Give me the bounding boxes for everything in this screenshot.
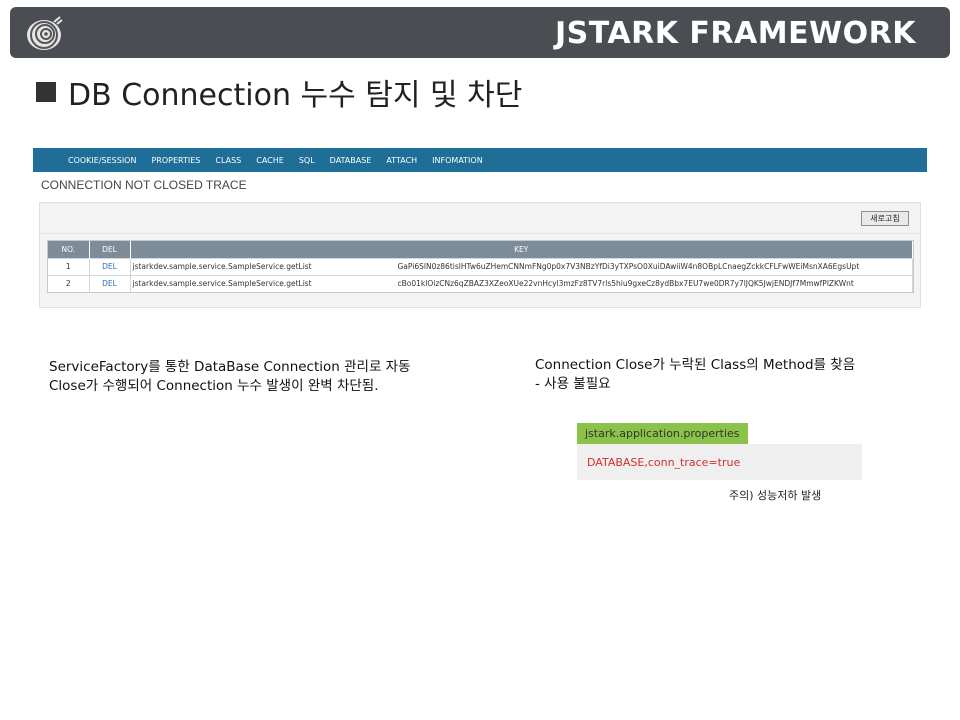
row-key-cell: jstarkdev.sample.service.SampleService.g… [130,257,913,275]
delete-link[interactable]: DEL [89,274,131,292]
divider [40,233,920,234]
delete-link[interactable]: DEL [89,257,131,275]
row-key-cell: jstarkdev.sample.service.SampleService.g… [130,274,913,292]
col-header-key: KEY [130,241,913,258]
row-key: cBo01klOizCNz6qZBAZ3XZeoXUe22vnHcyl3mzFz… [397,279,854,289]
snail-logo-icon [27,16,63,50]
col-header-del: DEL [89,241,131,258]
nav-sql[interactable]: SQL [299,156,315,165]
performance-note: 주의) 성능저하 발생 [729,489,822,502]
row-key: GaPi6SlN0z86tislHTw6uZHemCNNmFNg0p0x7V3N… [397,262,860,271]
description-right: Connection Close가 누락된 Class의 Method를 찾음 … [535,356,915,394]
page-title: DB Connection 누수 탐지 및 차단 [36,70,522,114]
row-class: jstarkdev.sample.service.SampleService.g… [132,279,312,289]
description-left-line1: ServiceFactory를 통한 DataBase Connection 관… [49,359,411,375]
properties-file-label: jstark.application.properties [577,423,748,444]
table-row: 2 DEL jstarkdev.sample.service.SampleSer… [48,274,913,292]
nav-database[interactable]: DATABASE [330,156,372,165]
top-nav: COOKIE/SESSION PROPERTIES CLASS CACHE SQ… [33,148,927,172]
nav-infomation[interactable]: INFOMATION [432,156,483,165]
properties-value: DATABASE,conn_trace=true [587,456,741,469]
trace-title: CONNECTION NOT CLOSED TRACE [41,178,247,192]
header-bar: JSTARK FRAMEWORK [10,7,950,58]
nav-cookie-session[interactable]: COOKIE/SESSION [68,156,136,165]
row-no: 2 [48,274,90,292]
description-right-line2: - 사용 불필요 [535,376,611,392]
row-class: jstarkdev.sample.service.SampleService.g… [132,262,312,271]
nav-properties[interactable]: PROPERTIES [151,156,200,165]
refresh-button[interactable]: 새로고침 [861,211,909,226]
nav-class[interactable]: CLASS [215,156,241,165]
trace-screenshot: COOKIE/SESSION PROPERTIES CLASS CACHE SQ… [33,148,927,312]
row-no: 1 [48,257,90,275]
table-row: 1 DEL jstarkdev.sample.service.SampleSer… [48,257,913,275]
properties-box: DATABASE,conn_trace=true [577,444,862,480]
nav-attach[interactable]: ATTACH [386,156,417,165]
col-header-no: NO. [48,241,90,258]
trace-table: NO. DEL KEY 1 DEL jstarkdev.sample.servi… [47,240,914,293]
description-left: ServiceFactory를 통한 DataBase Connection 관… [49,358,469,396]
description-right-line1: Connection Close가 누락된 Class의 Method를 찾음 [535,357,856,373]
trace-panel: 새로고침 NO. DEL KEY 1 DEL jstarkdev.sample.… [39,202,921,308]
description-left-line2: Close가 수행되어 Connection 누수 발생이 완벽 차단됨. [49,378,379,394]
bullet-square-icon [36,82,56,102]
brand-title: JSTARK FRAMEWORK [554,16,916,51]
page-title-text: DB Connection 누수 탐지 및 차단 [68,78,523,113]
nav-cache[interactable]: CACHE [256,156,284,165]
